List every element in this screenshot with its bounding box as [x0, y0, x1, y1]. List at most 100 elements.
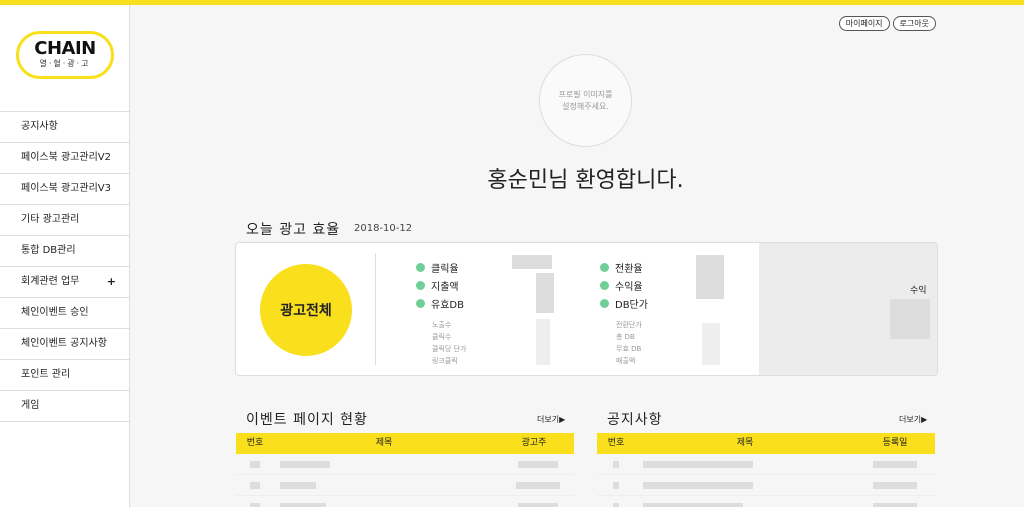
redacted-value: [696, 255, 724, 299]
redacted-cell: [280, 482, 316, 489]
metric-label: 지출액: [431, 282, 459, 293]
table-row[interactable]: [236, 454, 574, 475]
sidebar-item-event-approval[interactable]: 체인이벤트 승인: [0, 298, 129, 329]
redacted-cell: [873, 482, 917, 489]
sidebar-item-points[interactable]: 포인트 관리: [0, 360, 129, 391]
redacted-cell: [613, 461, 619, 468]
sidebar-item-event-notice[interactable]: 체인이벤트 공지사항: [0, 329, 129, 360]
metric-label: 유효DB: [431, 300, 464, 311]
redacted-value: [512, 255, 552, 269]
redacted-value: [536, 273, 554, 313]
profile-hint-line1: 프로필 이미지를: [558, 89, 613, 99]
divider: [375, 253, 376, 365]
redacted-cell: [280, 503, 326, 507]
metric-return-rate: 수익율: [600, 278, 643, 293]
metric-label: 전환율: [615, 264, 643, 275]
redacted-cell: [518, 503, 558, 507]
sidebar-menu: 공지사항 페이스북 광고관리V2 페이스북 광고관리V3 기타 광고관리 통합 …: [0, 111, 129, 422]
logo-subtext: 열·혈·광·고: [39, 59, 91, 68]
mypage-button[interactable]: 마이페이지: [838, 16, 890, 31]
redacted-cell: [643, 503, 743, 507]
metric-label: 클릭율: [431, 264, 459, 275]
status-dot-icon: [416, 263, 425, 272]
col-advertiser: 광고주: [521, 438, 547, 448]
status-dot-icon: [600, 299, 609, 308]
profile-image-placeholder[interactable]: 프로필 이미지를 설정해주세요.: [539, 54, 632, 147]
events-title: 이벤트 페이지 현황: [246, 412, 368, 428]
sub-link-clicks: 링크클릭: [432, 357, 458, 365]
performance-title: 오늘 광고 효율: [246, 222, 341, 238]
col-title: 제목: [736, 438, 754, 448]
metric-conversion-rate: 전환율: [600, 260, 643, 275]
sidebar-item-other-ads[interactable]: 기타 광고관리: [0, 205, 129, 236]
sidebar-item-facebook-v3[interactable]: 페이스북 광고관리V3: [0, 174, 129, 205]
redacted-cell: [250, 482, 260, 489]
right-sub-metrics: 전환단가 총 DB 무효 DB 매출액: [616, 319, 642, 367]
sub-conversion-cost: 전환단가: [616, 321, 642, 329]
sidebar-item-label: 기타 광고관리: [21, 214, 80, 225]
redacted-cell: [280, 461, 330, 468]
chain-logo[interactable]: CHAIN 열·혈·광·고: [16, 31, 114, 79]
sidebar-item-db[interactable]: 통합 DB관리: [0, 236, 129, 267]
redacted-cell: [516, 482, 560, 489]
col-number: 번호: [607, 438, 625, 448]
logout-button[interactable]: 로그아웃: [892, 16, 936, 31]
events-table: 번호 제목 광고주: [236, 433, 574, 507]
col-date: 등록일: [882, 438, 908, 448]
metric-label: DB단가: [615, 300, 648, 311]
notices-more-link[interactable]: 더보기▶: [899, 414, 927, 425]
sidebar-item-accounting[interactable]: 회계관련 업무 +: [0, 267, 129, 298]
status-dot-icon: [416, 281, 425, 290]
redacted-cell: [643, 461, 753, 468]
expand-plus-icon[interactable]: +: [107, 267, 116, 297]
performance-panel: 광고전체 클릭율 지출액 유효DB 노출수 클릭수 클릭당 단가 링크클릭 전환…: [235, 242, 938, 376]
table-header: 번호 제목 광고주: [236, 433, 574, 454]
status-dot-icon: [600, 281, 609, 290]
table-row[interactable]: [236, 475, 574, 496]
sub-clicks: 클릭수: [432, 333, 452, 341]
sidebar-item-label: 회계관련 업무: [21, 276, 80, 287]
sidebar-item-label: 체인이벤트 승인: [21, 307, 89, 318]
redacted-cell: [250, 503, 260, 507]
metric-label: 수익율: [615, 282, 643, 293]
notices-table: 번호 제목 등록일: [597, 433, 935, 507]
sidebar: CHAIN 열·혈·광·고 공지사항 페이스북 광고관리V2 페이스북 광고관리…: [0, 5, 130, 507]
sidebar-item-label: 공지사항: [21, 121, 58, 132]
header-buttons: 마이페이지 로그아웃: [838, 16, 936, 31]
performance-date: 2018-10-12: [354, 223, 413, 234]
sidebar-item-game[interactable]: 게임: [0, 391, 129, 422]
redacted-cell: [250, 461, 260, 468]
table-row[interactable]: [597, 496, 935, 507]
redacted-cell: [873, 461, 917, 468]
status-dot-icon: [600, 263, 609, 272]
profile-hint-line2: 설정해주세요.: [562, 101, 609, 111]
sidebar-item-facebook-v2[interactable]: 페이스북 광고관리V2: [0, 143, 129, 174]
redacted-value: [702, 323, 720, 365]
logo-text: CHAIN: [34, 38, 96, 59]
metric-spend: 지출액: [416, 278, 459, 293]
events-more-link[interactable]: 더보기▶: [537, 414, 565, 425]
redacted-cell: [613, 503, 619, 507]
sidebar-item-label: 페이스북 광고관리V2: [21, 152, 111, 163]
sidebar-item-label: 게임: [21, 400, 40, 411]
col-number: 번호: [246, 438, 264, 448]
sub-revenue: 매출액: [616, 357, 636, 365]
metric-valid-db: 유효DB: [416, 296, 464, 311]
redacted-value: [536, 319, 550, 365]
metric-click-rate: 클릭율: [416, 260, 459, 275]
notices-title: 공지사항: [607, 412, 663, 428]
redacted-cell: [873, 503, 917, 507]
all-ads-circle[interactable]: 광고전체: [260, 264, 352, 356]
sidebar-item-label: 포인트 관리: [21, 369, 71, 380]
sidebar-item-notice[interactable]: 공지사항: [0, 112, 129, 143]
main-content: 마이페이지 로그아웃 프로필 이미지를 설정해주세요. 홍순민님 환영합니다. …: [131, 5, 1024, 507]
redacted-cell: [518, 461, 558, 468]
table-row[interactable]: [236, 496, 574, 507]
table-row[interactable]: [597, 454, 935, 475]
sub-invalid-db: 무효 DB: [616, 345, 642, 353]
left-sub-metrics: 노출수 클릭수 클릭당 단가 링크클릭: [432, 319, 466, 367]
welcome-message: 홍순민님 환영합니다.: [487, 168, 684, 193]
redacted-cell: [643, 482, 753, 489]
table-row[interactable]: [597, 475, 935, 496]
status-dot-icon: [416, 299, 425, 308]
